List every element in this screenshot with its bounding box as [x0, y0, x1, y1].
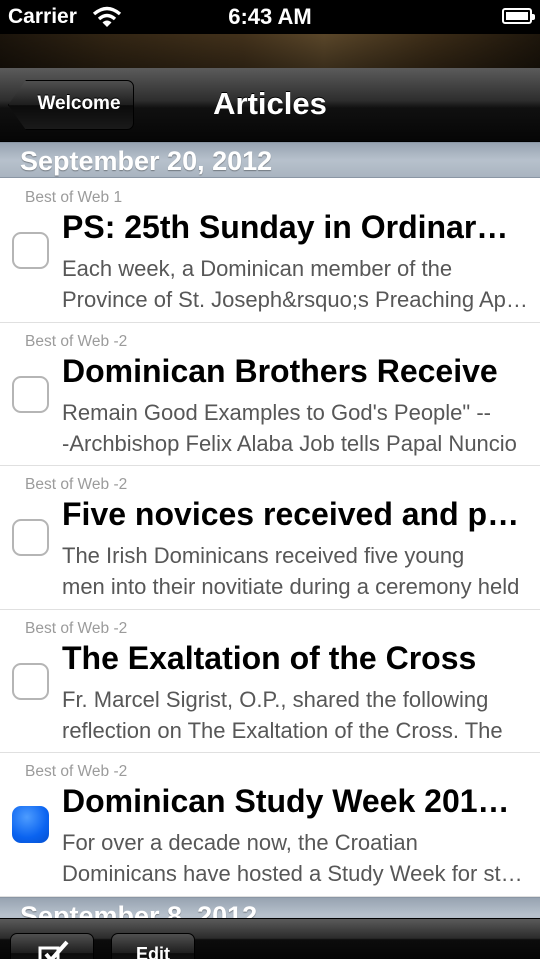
battery-icon [502, 8, 535, 24]
section-header-label: September 20, 2012 [20, 146, 273, 176]
article-snippet-line: Province of St. Joseph&rsquo;s Preaching… [62, 287, 528, 312]
article-snippet: For over a decade now, the Croatian Domi… [62, 827, 528, 889]
article-row[interactable]: Best of Web -2 Dominican Study Week 2012… [0, 753, 540, 897]
article-category: Best of Web -2 [25, 619, 128, 637]
status-bar: Carrier 6:43 AM [0, 0, 540, 34]
bottom-toolbar: Edit [0, 918, 540, 959]
article-category: Best of Web 1 [25, 189, 123, 206]
read-checkbox[interactable] [12, 662, 49, 700]
read-checkbox-checked[interactable] [12, 806, 49, 843]
mark-read-button[interactable] [10, 933, 94, 959]
article-title: PS: 25th Sunday in Ordinary Time [62, 209, 524, 245]
article-snippet-line: Remain Good Examples to God's People" -- [62, 399, 491, 425]
article-title: Five novices received and professed [62, 496, 524, 532]
header-background-strip [0, 34, 540, 68]
check-icon [38, 940, 69, 959]
article-snippet-line: Fr. Marcel Sigrist, O.P., shared the fol… [62, 686, 489, 712]
article-row[interactable]: Best of Web -2 Dominican Brothers Receiv… [0, 322, 540, 466]
read-checkbox[interactable] [12, 375, 49, 413]
article-title: Dominican Brothers Receive [62, 352, 498, 389]
page-title: Articles [213, 86, 327, 121]
article-title: The Exaltation of the Cross [62, 639, 477, 676]
article-category: Best of Web -2 [25, 332, 128, 350]
edit-button[interactable]: Edit [111, 933, 195, 959]
article-snippet-line: men into their novitiate during a ceremo… [62, 574, 520, 599]
article-snippet-line: -Archbishop Felix Alaba Job tells Papal … [62, 430, 517, 456]
article-snippet-line: Each week, a Dominican member of the [62, 256, 453, 281]
article-snippet-line: Dominicans have hosted a Study Week for … [62, 861, 528, 886]
section-header: September 20, 2012 [0, 142, 540, 178]
article-row[interactable]: Best of Web -2 The Exaltation of the Cro… [0, 609, 540, 753]
edit-button-label: Edit [136, 944, 170, 959]
article-list: Best of Web 1 PS: 25th Sunday in Ordinar… [0, 179, 540, 897]
article-snippet: Fr. Marcel Sigrist, O.P., shared the fol… [62, 684, 528, 746]
article-category: Best of Web -2 [25, 763, 128, 780]
read-checkbox[interactable] [12, 232, 49, 269]
read-checkbox[interactable] [12, 519, 49, 556]
status-time: 6:43 AM [228, 4, 312, 29]
article-title: Dominican Study Week 2012 in Croatia [62, 783, 524, 819]
article-row[interactable]: Best of Web -2 Five novices received and… [0, 466, 540, 610]
article-category: Best of Web -2 [25, 476, 128, 493]
article-snippet-line: For over a decade now, the Croatian [62, 830, 418, 855]
article-row[interactable]: Best of Web 1 PS: 25th Sunday in Ordinar… [0, 179, 540, 323]
article-snippet-line: The Irish Dominicans received five young [62, 543, 465, 568]
article-snippet: Remain Good Examples to God's People" --… [62, 397, 528, 459]
article-snippet: The Irish Dominicans received five young… [62, 540, 528, 602]
navigation-bar: Welcome Articles [0, 68, 540, 142]
article-snippet: Each week, a Dominican member of the Pro… [62, 253, 528, 315]
article-snippet-line: reflection on The Exaltation of the Cros… [62, 717, 503, 743]
